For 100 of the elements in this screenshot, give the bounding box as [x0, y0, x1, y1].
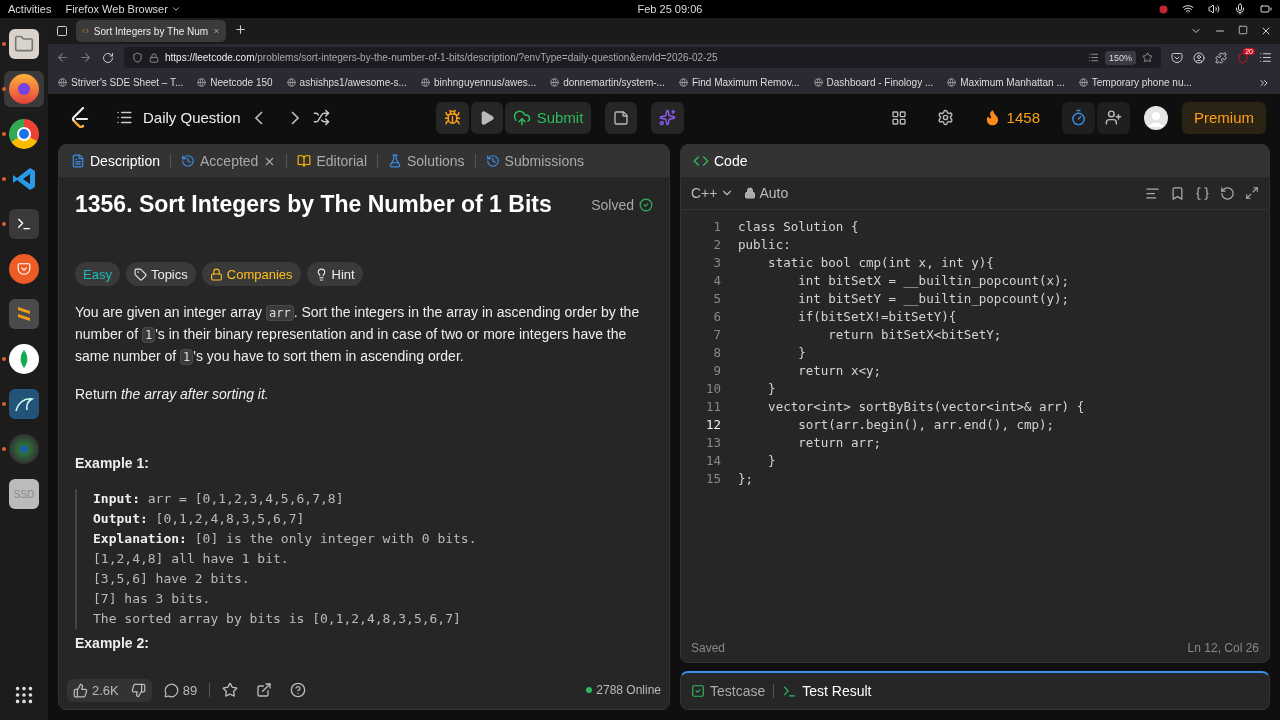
address-bar[interactable]: https://leetcode.com/problems/sort-integers-by-the-number-of-1-bits/description/?envType=daily-question&envId=2026-02-25 150%	[124, 47, 1161, 68]
back-icon	[56, 51, 69, 64]
code-line: return arr;	[797, 434, 881, 452]
code-tab[interactable]: Code	[689, 153, 752, 169]
bookmark-link[interactable]: Maximum Manhattan ...	[947, 77, 1065, 88]
problem-list-title[interactable]: Daily Question	[143, 109, 241, 126]
code-line: if(bitSetX!=bitSetY){	[797, 308, 957, 326]
share-icon	[256, 682, 273, 698]
browser-icon[interactable]	[9, 74, 39, 104]
history-icon	[181, 154, 196, 168]
previous-icon[interactable]	[254, 110, 263, 125]
bookmark-link[interactable]: Temporary phone nu...	[1078, 77, 1192, 88]
streak-button[interactable]: 1458	[975, 101, 1048, 134]
panel-tab[interactable]: Editorial	[293, 153, 371, 169]
terminal-icon[interactable]	[9, 209, 39, 239]
clock[interactable]: Feb 25 09:06	[637, 3, 703, 15]
bookmark-link[interactable]: Find Maximum Remov...	[678, 77, 800, 88]
note-button[interactable]	[605, 101, 638, 134]
browser-tab[interactable]: Sort Integers by The Num	[76, 20, 226, 42]
text-editor-icon[interactable]	[9, 299, 39, 329]
ai-button[interactable]	[651, 101, 685, 134]
tag-chip[interactable]: Hint	[306, 262, 363, 286]
example-line: Output: [0,1,2,4,8,3,5,6,7]	[93, 510, 306, 528]
panel-tab[interactable]: Description	[67, 153, 165, 169]
leaf-icon[interactable]	[9, 344, 39, 374]
example-line: Explanation: [0] is the only integer with 0 bits.	[93, 530, 478, 548]
bookmark-link[interactable]: Striver's SDE Sheet – T...	[58, 77, 184, 88]
line-number: 14	[704, 452, 721, 470]
panel-tab[interactable]: Testcase	[687, 683, 770, 699]
timer-icon	[1070, 109, 1087, 126]
maximize-icon	[1238, 25, 1248, 35]
folder-icon[interactable]	[9, 29, 39, 59]
panel-tab[interactable]: Submissions	[481, 153, 588, 169]
invite-button[interactable]	[1097, 101, 1130, 134]
thumbs-up-icon	[73, 682, 88, 698]
code-icon	[693, 153, 709, 169]
code-line: return x<y;	[797, 362, 881, 380]
run-button[interactable]	[470, 101, 503, 134]
checkbox-icon	[691, 684, 705, 698]
auto-mode[interactable]: Auto	[744, 185, 789, 201]
save-status: Saved	[691, 641, 726, 655]
example-title: Example 2:	[75, 635, 150, 651]
upload-icon	[512, 108, 531, 127]
code-line: static bool cmp(int x, int y){	[767, 254, 994, 272]
line-number: 2	[712, 236, 721, 254]
reader-view-icon	[1087, 52, 1099, 63]
panel-tab[interactable]: Solutions	[384, 153, 469, 169]
reset-icon	[1220, 185, 1235, 201]
globe-icon	[550, 78, 560, 87]
terminal-icon	[782, 683, 798, 699]
panel-tab[interactable]: Accepted	[177, 153, 281, 169]
bookmark-link[interactable]: donnemartin/system-...	[550, 77, 665, 88]
globe-icon	[197, 78, 207, 87]
bookmark-link[interactable]: Neetcode 150	[197, 77, 273, 88]
lock-icon	[744, 187, 757, 199]
example-line: [3,5,6] have 2 bits.	[93, 570, 251, 588]
app-menu[interactable]: Firefox Web Browser	[65, 3, 181, 15]
expand-icon	[1245, 186, 1259, 200]
bookmark-link[interactable]: ashishps1/awesome-s...	[286, 77, 407, 88]
return-text: Return the array after sorting it.	[75, 385, 270, 404]
line-number: 6	[712, 308, 721, 326]
next-icon[interactable]	[290, 110, 299, 125]
activities-button[interactable]: Activities	[8, 3, 52, 15]
debug-button[interactable]	[435, 101, 469, 134]
lock-icon	[149, 52, 159, 63]
menu-icon	[1259, 51, 1272, 64]
bookmark-link[interactable]: binhnguyennus/awes...	[420, 77, 537, 88]
url-text: https://leetcode.com/problems/sort-integers-by-the-number-of-1-bits/description/?envType=daily-question&envId=2026-02-25	[165, 52, 718, 63]
folder-glyph-icon	[14, 34, 34, 54]
zoom-level[interactable]: 150%	[1104, 50, 1136, 65]
dolphin-icon[interactable]	[9, 389, 39, 419]
tag-chip[interactable]: Easy	[75, 262, 120, 286]
tag-chip[interactable]: Topics	[125, 262, 196, 286]
language-select[interactable]: C++	[691, 185, 735, 201]
comments-button[interactable]: 89	[157, 678, 204, 702]
tab-title: Sort Integers by The Num	[93, 25, 209, 37]
reload-icon	[102, 51, 114, 64]
browser-icon[interactable]	[9, 119, 39, 149]
bookmark-link[interactable]: Dashboard - Finology ...	[813, 77, 934, 88]
bookmark-icon	[1170, 185, 1185, 201]
globe-icon	[1078, 78, 1088, 87]
submit-button[interactable]: Submit	[504, 101, 592, 134]
panel-tab[interactable]: Test Result	[778, 683, 876, 699]
code-line: };	[738, 470, 754, 488]
document-icon	[71, 154, 85, 168]
premium-button[interactable]: Premium	[1182, 101, 1266, 134]
camera-lens-icon[interactable]	[9, 434, 39, 464]
microphone-icon	[1234, 3, 1246, 15]
example-line: Input: arr = [0,1,2,3,4,5,6,7,8]	[93, 490, 345, 508]
tag-chip[interactable]: Companies	[201, 262, 301, 286]
problem-description: You are given an integer array arr . Sort the integers in the array in ascending order by the number of 1 's in their binary representation and in case of two or more integers have the same number of 1 's you have to sort them in ascending order.	[75, 303, 641, 367]
problem-title: 1356. Sort Integers by The Number of 1 Bits	[75, 191, 552, 218]
globe-icon	[813, 78, 823, 87]
avatar[interactable]	[1144, 105, 1168, 130]
logo-icon[interactable]	[70, 106, 90, 129]
comment-icon	[163, 682, 179, 698]
example-line: The sorted array by bits is [0,1,2,4,8,3,5,6,7]	[93, 610, 462, 628]
timer-button[interactable]	[1062, 101, 1095, 134]
help-icon	[290, 682, 307, 698]
line-number: 8	[712, 344, 721, 362]
